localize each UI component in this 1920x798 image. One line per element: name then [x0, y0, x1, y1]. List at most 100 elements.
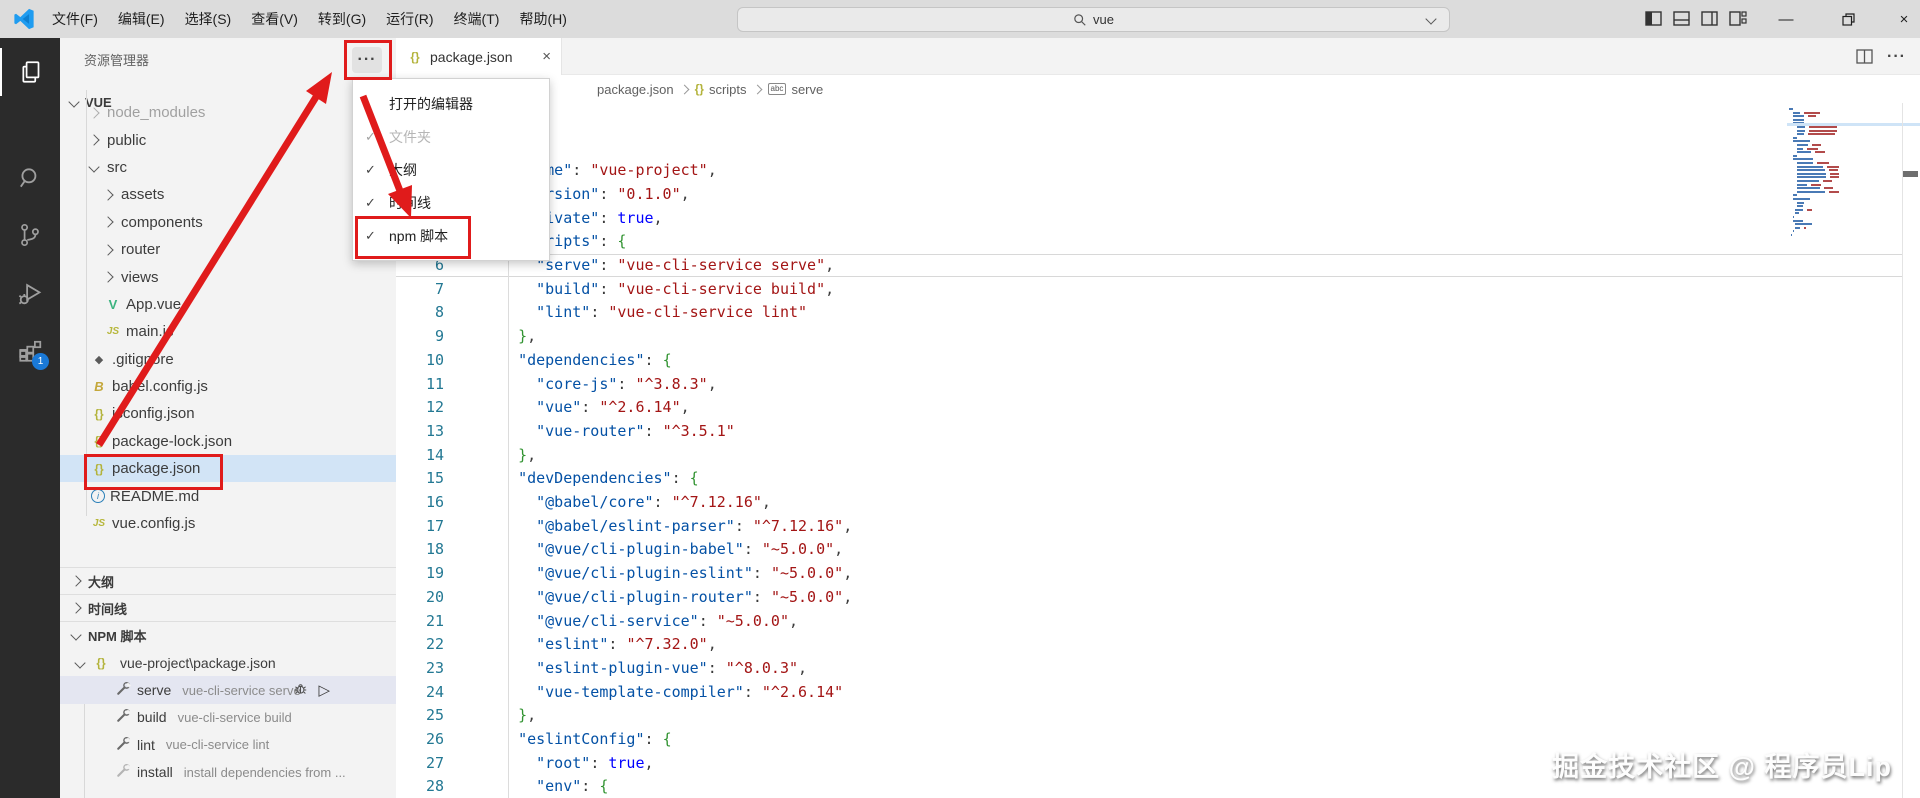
explorer-sidebar: 资源管理器 ··· VUE node_modules public src asset… — [60, 38, 397, 798]
restore-button[interactable] — [1828, 0, 1868, 38]
chevron-down-icon[interactable] — [1425, 13, 1437, 25]
code-line: "@vue/cli-plugin-eslint": "~5.0.0", — [500, 562, 852, 586]
sidebar-section-header[interactable]: 时间线 — [60, 594, 396, 621]
toggle-secondary-sidebar-icon[interactable] — [1701, 11, 1719, 27]
vue-file-icon: V — [108, 296, 118, 312]
editor-more-actions-icon[interactable]: ··· — [1887, 48, 1906, 66]
npm-root-item[interactable]: {} vue-project\package.json — [60, 649, 396, 676]
overview-ruler-marker — [1903, 171, 1918, 177]
extensions-icon[interactable]: 1 — [0, 327, 60, 375]
menubar-item[interactable]: 转到(G) — [308, 9, 376, 29]
dropdown-menu-item[interactable]: ✓ 时间线 — [353, 186, 549, 219]
menubar-item[interactable]: 帮助(H) — [509, 9, 576, 29]
search-sidebar-icon[interactable] — [0, 154, 60, 202]
menubar-item[interactable]: 编辑(E) — [108, 9, 175, 29]
menubar-item[interactable]: 文件(F) — [42, 9, 108, 29]
tree-item[interactable]: public — [60, 126, 396, 153]
sidebar-sections: 大纲 时间线 NPM 脚本 — [60, 567, 396, 649]
checkmark-icon: ✓ — [365, 128, 376, 144]
menubar-item[interactable]: 选择(S) — [175, 9, 242, 29]
tree-item[interactable]: JS vue.config.js — [60, 510, 396, 537]
breadcrumb-item[interactable]: scripts — [709, 82, 747, 97]
breadcrumb-item[interactable]: package.json — [597, 82, 674, 97]
line-number: 24 — [425, 682, 444, 701]
split-editor-icon[interactable] — [1856, 49, 1873, 64]
menubar-item[interactable]: 终端(T) — [444, 9, 510, 29]
wrench-icon — [116, 708, 131, 726]
code-token: : — [599, 256, 618, 274]
minimap-line — [1810, 183, 1822, 186]
code-token: , — [843, 516, 853, 535]
tree-item[interactable]: JS main.js — [60, 318, 396, 345]
explorer-icon[interactable] — [0, 48, 62, 96]
tree-item[interactable]: V App.vue — [60, 291, 396, 318]
minimize-button[interactable]: — — [1766, 0, 1806, 38]
run-script-icon[interactable]: ▷ — [318, 681, 330, 699]
npm-script-item[interactable]: lint vue-cli-service lint — [60, 731, 396, 758]
line-number: 9 — [434, 327, 444, 346]
tree-item[interactable]: {} jsconfig.json — [60, 400, 396, 427]
npm-script-item[interactable]: build vue-cli-service build — [60, 704, 396, 731]
tab-package-json[interactable]: {} package.json × — [396, 38, 562, 75]
code-token: : — [581, 777, 600, 796]
command-center-search[interactable]: vue — [737, 7, 1450, 32]
code-editor[interactable]: 1234567891011121314151617181920212223242… — [396, 103, 1920, 798]
minimap-line — [1807, 115, 1817, 118]
code-line: "@babel/core": "^7.12.16", — [500, 491, 771, 515]
close-button[interactable]: × — [1884, 0, 1920, 38]
sidebar-section-header[interactable]: 大纲 — [60, 567, 396, 594]
minimap[interactable] — [1787, 108, 1897, 238]
customize-layout-icon[interactable] — [1729, 11, 1747, 27]
chevron-right-icon — [679, 84, 690, 94]
code-token: "eslint-plugin-vue" — [536, 658, 708, 677]
tree-item[interactable]: {} package-lock.json — [60, 428, 396, 455]
tree-item[interactable]: Bbabel.config.js — [60, 373, 396, 400]
breadcrumb-item[interactable]: serve — [791, 82, 823, 97]
menubar-item[interactable]: 查看(V) — [241, 9, 308, 29]
code-token: : — [707, 658, 726, 677]
code-token: "@babel/eslint-parser" — [536, 516, 735, 535]
tree-item[interactable]: src — [60, 154, 396, 181]
chevron-right-icon — [70, 602, 82, 614]
dropdown-menu-item[interactable]: 打开的编辑器 — [353, 87, 549, 120]
code-token: : — [599, 184, 618, 203]
tree-item[interactable]: views — [60, 263, 396, 290]
sidebar-section-header[interactable]: NPM 脚本 — [60, 621, 396, 648]
minimap-line — [1829, 176, 1840, 179]
code-line: "devDependencies": { — [500, 467, 699, 491]
tree-item-label: public — [107, 131, 147, 149]
menubar-item[interactable]: 运行(R) — [376, 9, 443, 29]
run-debug-icon[interactable] — [0, 269, 60, 317]
tree-item-label: assets — [121, 186, 165, 204]
dropdown-menu-item[interactable]: ✓ 文件夹 — [353, 120, 549, 153]
minimap-line — [1797, 187, 1820, 190]
npm-script-item[interactable]: serve vue-cli-service serve ▷ — [60, 676, 396, 704]
code-line: "@babel/eslint-parser": "^7.12.16", — [500, 515, 852, 539]
tab-close-icon[interactable]: × — [542, 48, 551, 65]
code-token: : — [653, 493, 672, 511]
debug-script-icon[interactable] — [293, 681, 308, 699]
tree-item[interactable]: components — [60, 209, 396, 236]
npm-script-item[interactable]: install install dependencies from ... — [60, 759, 396, 786]
code-token: { — [599, 777, 609, 796]
code-token: } — [518, 445, 528, 464]
minimap-line — [1797, 201, 1805, 204]
tree-item[interactable]: ◆ .gitignore — [60, 346, 396, 373]
tree-item[interactable]: node_modules — [60, 99, 396, 126]
tree-item[interactable]: assets — [60, 181, 396, 208]
tree-item-label: vue.config.js — [112, 515, 196, 533]
toggle-panel-icon[interactable] — [1673, 11, 1691, 27]
extensions-badge: 1 — [32, 353, 49, 370]
dropdown-menu-item[interactable]: ✓ 大纲 — [353, 153, 549, 186]
tree-item[interactable]: router — [60, 236, 396, 263]
source-control-icon[interactable] — [0, 211, 60, 259]
string-symbol-icon: abc — [767, 83, 787, 95]
tree-item-label: main.js — [126, 323, 174, 341]
tree-item-label: src — [107, 158, 127, 176]
minimap-line — [1829, 172, 1840, 175]
minimap-line — [1797, 151, 1812, 154]
toggle-sidebar-icon[interactable] — [1645, 11, 1663, 27]
